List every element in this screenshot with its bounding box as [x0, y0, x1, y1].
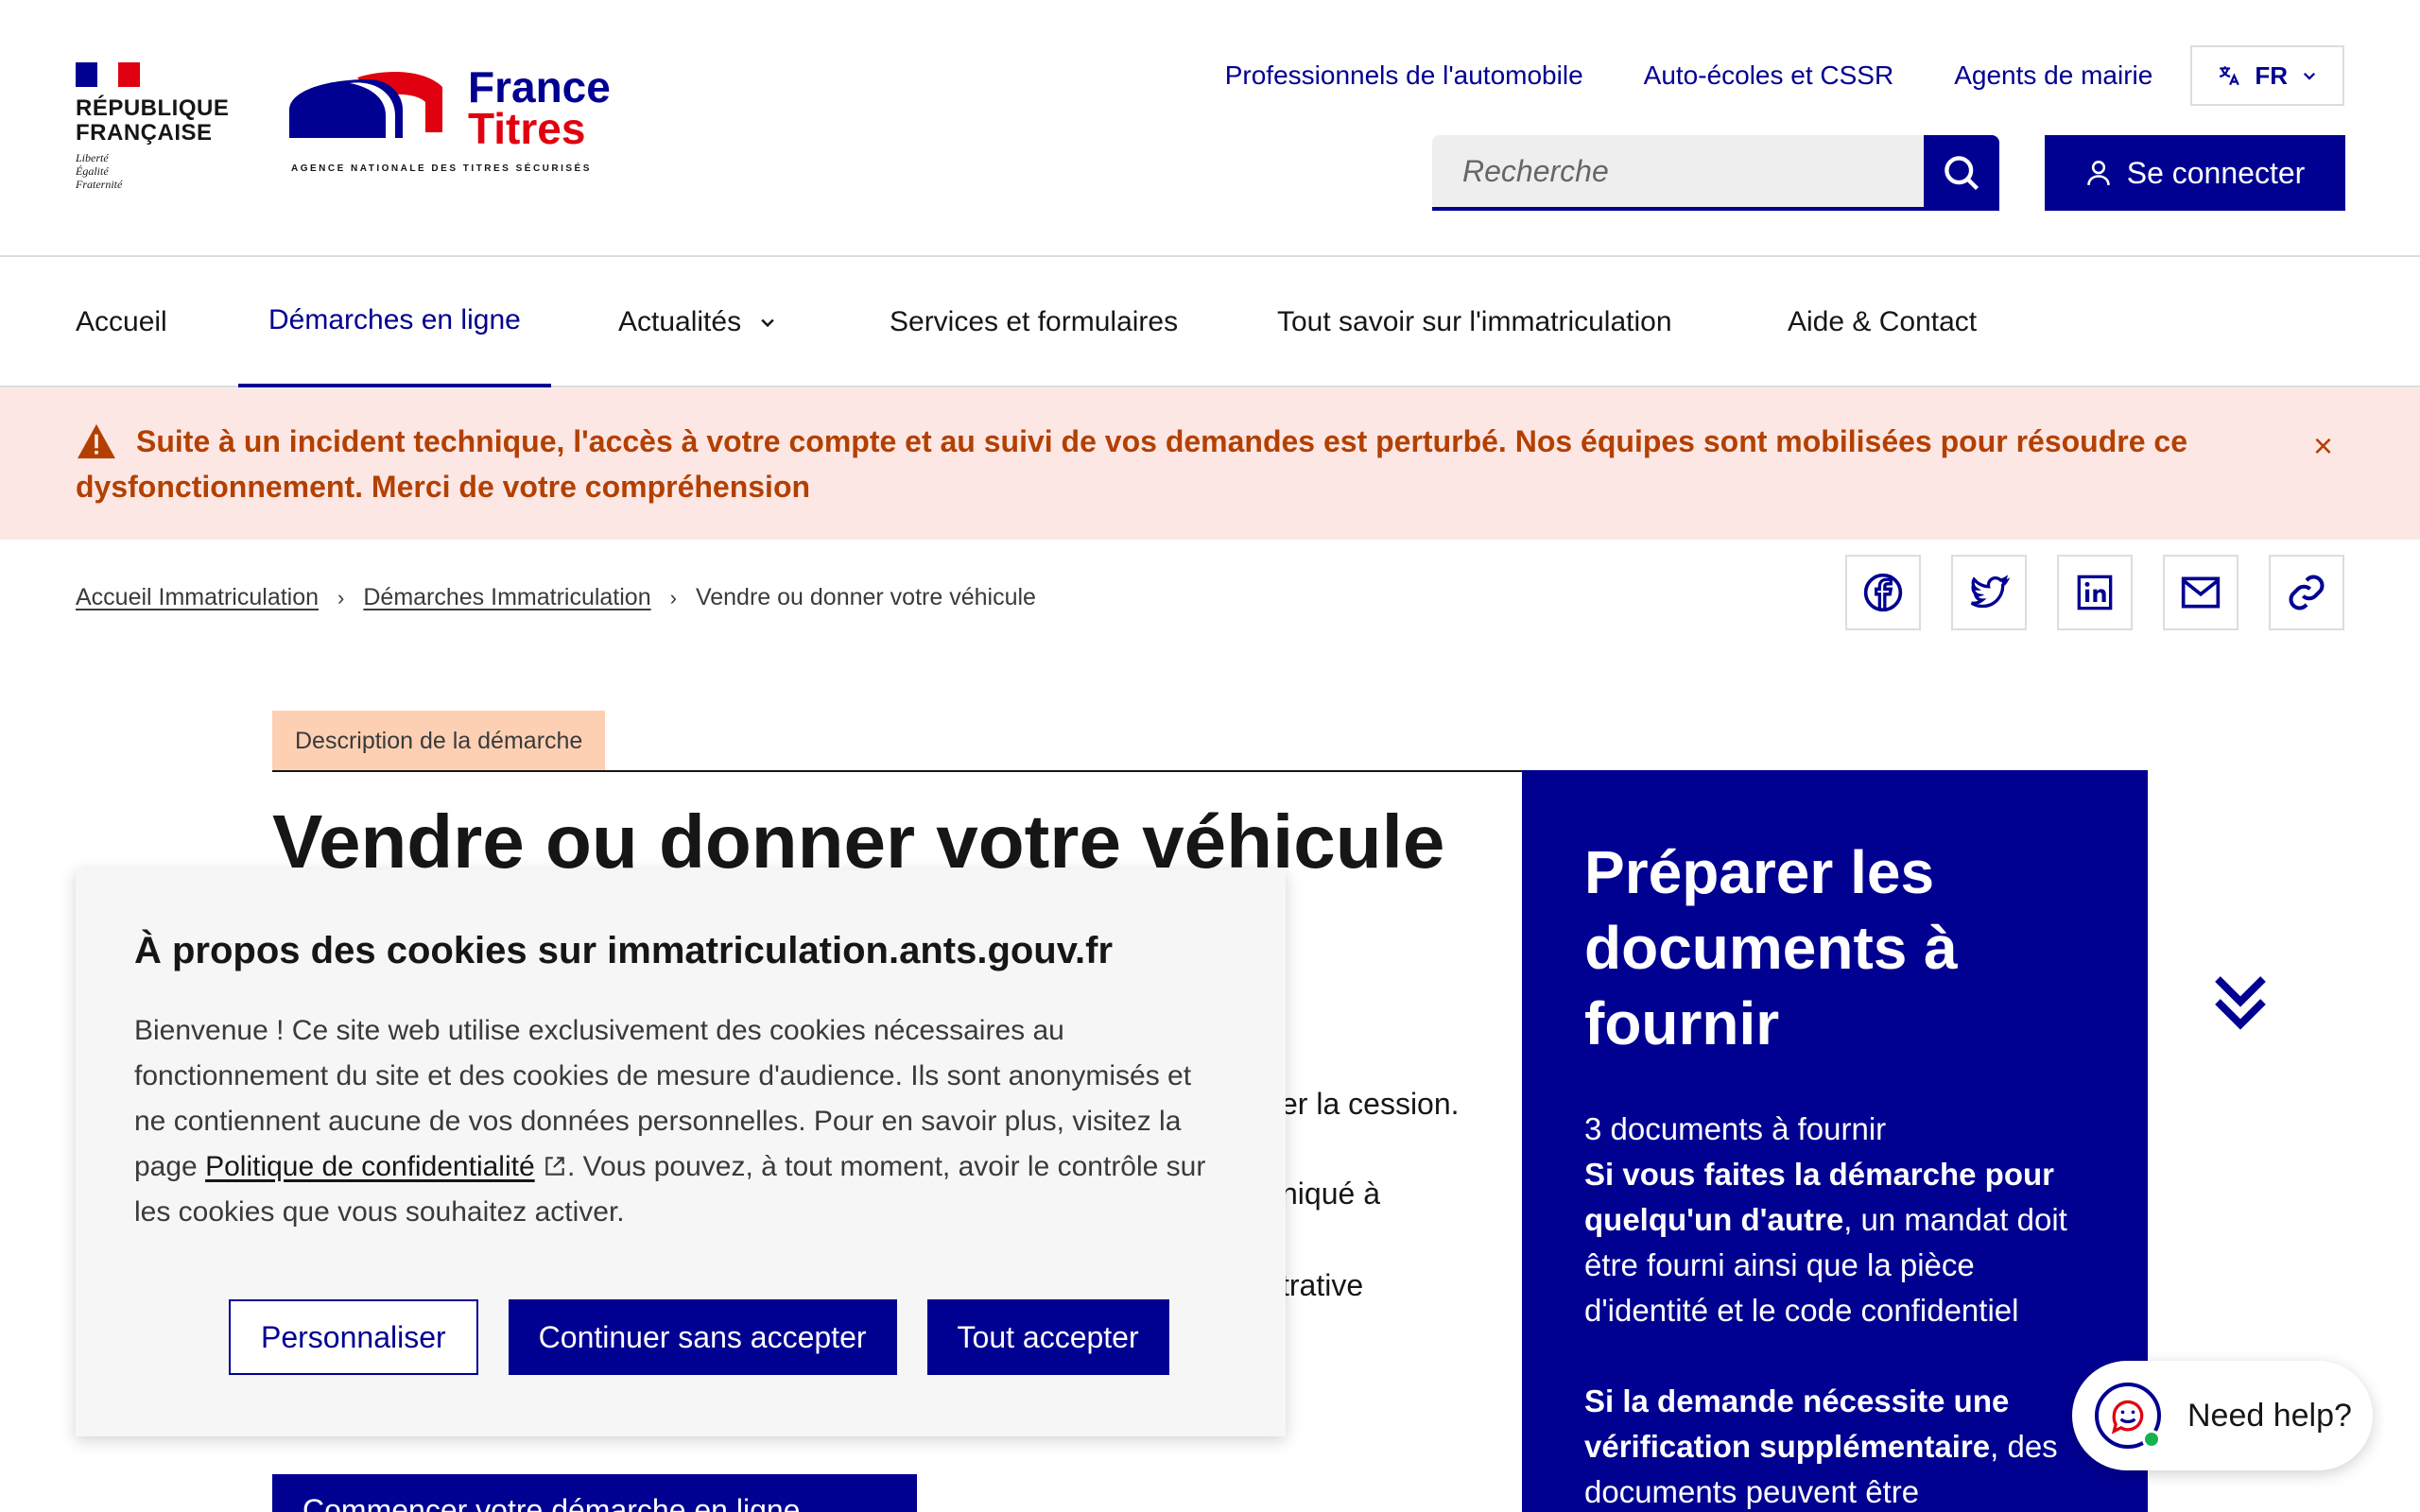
language-selector[interactable]: FR — [2190, 45, 2344, 106]
nav-item-actualites-label: Actualités — [618, 306, 742, 337]
search-input[interactable] — [1432, 135, 1924, 211]
smile-icon — [2111, 1400, 2144, 1435]
user-icon — [2086, 161, 2110, 185]
accept-all-cookies-button[interactable]: Tout accepter — [926, 1299, 1169, 1375]
alert-message: Suite à un incident technique, l'accès à… — [76, 424, 2187, 504]
chat-bot-icon — [2095, 1383, 2161, 1449]
nav-item-aide-contact[interactable]: Aide & Contact — [1788, 257, 1977, 387]
translate-icon — [2220, 66, 2240, 86]
devise-liberte: Liberté — [76, 151, 109, 164]
share-linkedin-button[interactable] — [2057, 555, 2133, 630]
flag-icon — [76, 62, 141, 87]
link-professionnels[interactable]: Professionnels de l'automobile — [1225, 60, 1583, 91]
nav-item-accueil[interactable]: Accueil — [76, 257, 167, 387]
france-titres-emblem-icon — [289, 72, 442, 138]
chevron-down-icon — [2303, 72, 2316, 80]
body-text-fragment-1: er la cession. — [1281, 1087, 1460, 1121]
customize-cookies-button[interactable]: Personnaliser — [229, 1299, 478, 1375]
share-twitter-button[interactable] — [1951, 555, 2027, 630]
gov-brand-line1: RÉPUBLIQUE — [76, 95, 230, 121]
france-titres-logo[interactable]: France Titres AGENCE NATIONALE DES TITRE… — [284, 62, 614, 180]
cookie-dialog-actions: Personnaliser Continuer sans accepter To… — [229, 1299, 1169, 1375]
language-label: FR — [2255, 60, 2288, 90]
body-text-fragment-2: niqué à — [1281, 1177, 1380, 1211]
facebook-icon — [1863, 573, 1903, 612]
panel-title: Préparer les documents à fournir — [1584, 838, 1958, 1057]
body-text-fragment-3: trative — [1281, 1268, 1364, 1302]
site-name-line2: Titres — [468, 104, 586, 153]
linkedin-icon — [2077, 575, 2113, 610]
privacy-policy-link[interactable]: Politique de confidentialité — [205, 1151, 535, 1182]
chevron-right-icon: › — [669, 585, 677, 610]
header-quick-links: Professionnels de l'automobile Auto-écol… — [1165, 45, 2344, 106]
double-chevron-down-icon[interactable] — [2212, 973, 2269, 1032]
chevron-right-icon: › — [337, 585, 345, 610]
breadcrumb-link-demarches[interactable]: Démarches Immatriculation — [363, 584, 650, 611]
nav-item-services[interactable]: Services et formulaires — [890, 257, 1178, 387]
breadcrumb-link-accueil[interactable]: Accueil Immatriculation — [76, 584, 319, 611]
share-mail-button[interactable] — [2163, 555, 2238, 630]
link-icon — [2289, 575, 2325, 610]
cookie-consent-dialog: À propos des cookies sur immatriculation… — [76, 869, 1286, 1436]
section-divider — [272, 770, 1522, 772]
privacy-policy-label: Politique de confidentialité — [205, 1151, 535, 1182]
devise: Liberté Égalité Fraternité — [76, 151, 229, 191]
start-online-procedure-button[interactable]: Commencer votre démarche en ligne — [272, 1474, 917, 1512]
devise-fraternite: Fraternité — [76, 178, 123, 191]
search-icon — [1945, 156, 1979, 191]
login-button[interactable]: Se connecter — [2045, 135, 2345, 211]
close-icon[interactable]: × — [2313, 426, 2333, 466]
site-name-line1: France — [468, 62, 611, 112]
external-link-icon — [545, 1157, 564, 1176]
mail-icon — [2181, 576, 2221, 609]
devise-egalite: Égalité — [76, 164, 109, 178]
twitter-icon — [1970, 575, 2010, 609]
incident-alert: Suite à un incident technique, l'accès à… — [0, 388, 2420, 540]
cookie-dialog-text: Bienvenue ! Ce site web utilise exclusiv… — [134, 1008, 1227, 1235]
search-bar — [1432, 135, 1999, 211]
help-label: Need help? — [2187, 1397, 2352, 1434]
help-chat-button[interactable]: Need help? — [2072, 1361, 2373, 1470]
site-name: France Titres — [468, 62, 611, 153]
site-subtitle: AGENCE NATIONALE DES TITRES SÉCURISÉS — [291, 163, 592, 174]
main-navigation: Accueil Démarches en ligne Actualités Se… — [0, 257, 2420, 387]
login-label: Se connecter — [2126, 155, 2306, 190]
nav-item-actualites[interactable]: Actualités — [618, 257, 777, 387]
search-button[interactable] — [1924, 135, 1999, 211]
gov-brand-line2: FRANÇAISE — [76, 120, 213, 146]
documents-panel: Préparer les documents à fournir 3 docum… — [1522, 770, 2148, 1512]
chevron-down-icon — [761, 318, 774, 328]
link-auto-ecoles[interactable]: Auto-écoles et CSSR — [1644, 60, 1894, 91]
breadcrumb-current: Vendre ou donner votre véhicule — [695, 584, 1036, 610]
breadcrumb: Accueil Immatriculation › Démarches Imma… — [76, 584, 1036, 611]
step-tag: Description de la démarche — [272, 711, 606, 771]
nav-item-tout-savoir[interactable]: Tout savoir sur l'immatriculation — [1277, 257, 1672, 387]
documents-count: 3 documents à fournir — [1584, 1111, 1887, 1146]
site-header: RÉPUBLIQUE FRANÇAISE Liberté Égalité Fra… — [0, 0, 2420, 257]
panel-paragraph-2: Si la demande nécessite une vérification… — [1584, 1379, 2085, 1512]
share-buttons — [1845, 555, 2344, 630]
link-agents-mairie[interactable]: Agents de mairie — [1954, 60, 2152, 91]
cookie-dialog-title: À propos des cookies sur immatriculation… — [134, 930, 1114, 971]
panel-paragraph-2-bold: Si la demande nécessite une vérification… — [1584, 1383, 2010, 1464]
nav-item-demarches[interactable]: Démarches en ligne — [238, 257, 551, 387]
online-status-dot — [2142, 1430, 2161, 1449]
panel-paragraph-1: Si vous faites la démarche pour quelqu'u… — [1584, 1152, 2085, 1333]
republique-francaise-logo[interactable]: RÉPUBLIQUE FRANÇAISE Liberté Égalité Fra… — [76, 62, 229, 191]
copy-link-button[interactable] — [2269, 555, 2344, 630]
share-facebook-button[interactable] — [1845, 555, 1921, 630]
reject-cookies-button[interactable]: Continuer sans accepter — [508, 1299, 897, 1375]
